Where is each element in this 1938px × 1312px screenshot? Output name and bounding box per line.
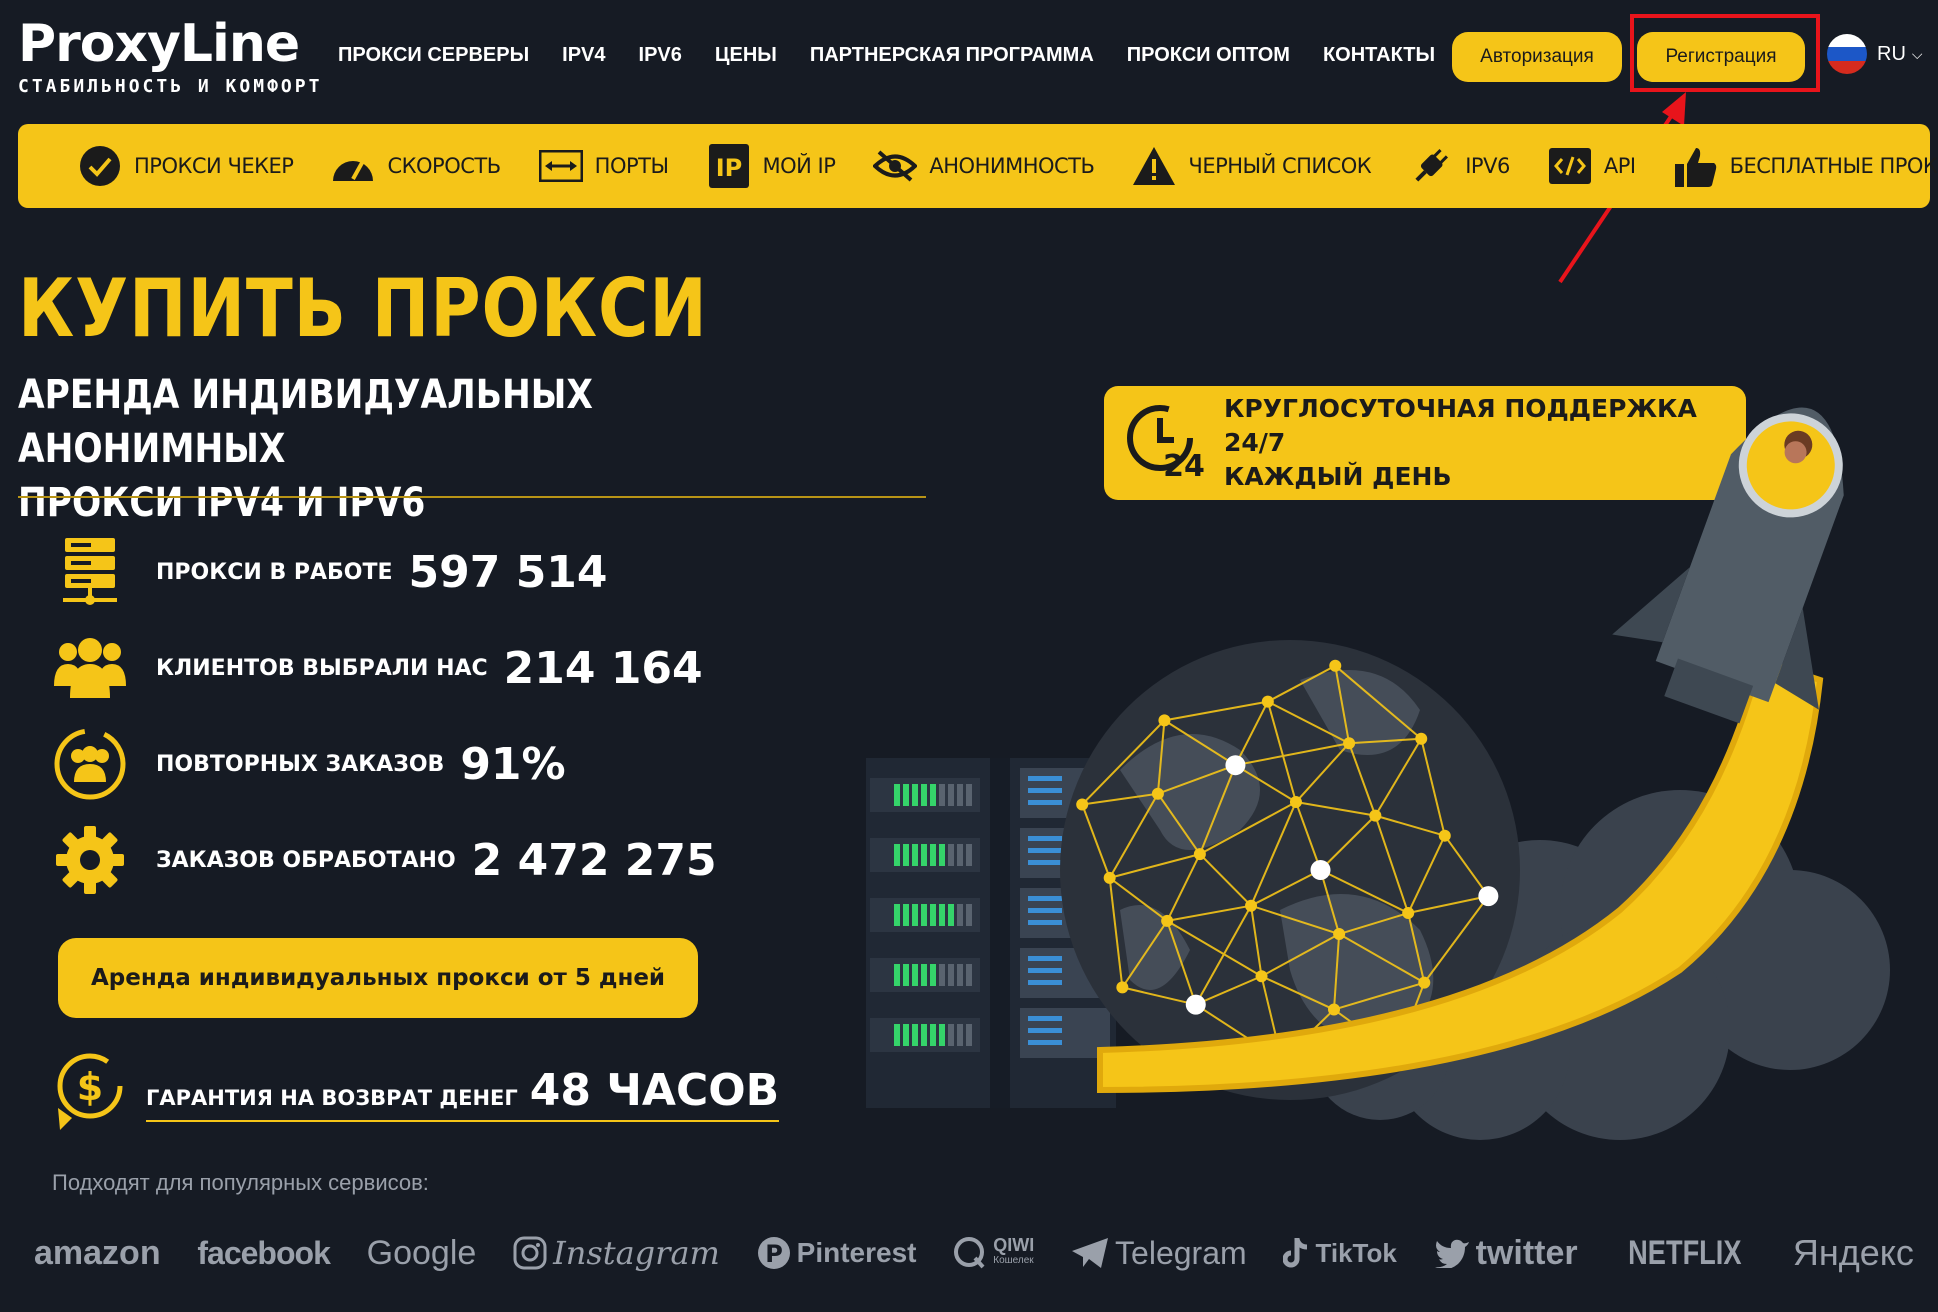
nav-ipv6[interactable]: IPV6 xyxy=(639,44,682,67)
nav-ipv4[interactable]: IPV4 xyxy=(562,44,605,67)
instagram-logo: Instagram xyxy=(513,1234,720,1272)
qiwi-icon xyxy=(954,1237,985,1269)
tool-anonymity[interactable]: АНОНИМНОСТЬ xyxy=(873,144,1095,188)
network-node xyxy=(1225,755,1246,776)
users-icon xyxy=(52,630,128,706)
network-node xyxy=(1151,787,1164,800)
nav-contacts[interactable]: КОНТАКТЫ xyxy=(1323,44,1435,67)
server-icon xyxy=(52,534,128,610)
hero-illustration xyxy=(866,407,1890,1140)
instagram-icon xyxy=(513,1236,547,1270)
telegram-logo: Telegram xyxy=(1071,1235,1247,1272)
svg-text:$: $ xyxy=(77,1065,103,1109)
eye-off-icon xyxy=(873,144,918,188)
stat-orders-processed: ЗАКАЗОВ ОБРАБОТАНО 2 472 275 xyxy=(52,822,717,898)
page-title: КУПИТЬ ПРОКСИ xyxy=(18,262,708,355)
money-back-guarantee[interactable]: $ ГАРАНТИЯ НА ВОЗВРАТ ДЕНЕГ 48 ЧАСОВ xyxy=(52,1048,780,1139)
tool-my-ip[interactable]: IP МОЙ IP xyxy=(707,144,836,188)
logo-wordmark: ProxyLine xyxy=(18,14,300,74)
register-highlight-box xyxy=(1630,14,1820,92)
nav-proxy-servers[interactable]: ПРОКСИ СЕРВЕРЫ xyxy=(338,44,529,67)
qiwi-logo: QIWI Кошелек xyxy=(953,1236,1034,1270)
network-node xyxy=(1289,796,1302,809)
speedometer-icon xyxy=(331,144,375,188)
login-button[interactable]: Авторизация xyxy=(1452,32,1622,82)
nav-prices[interactable]: ЦЕНЫ xyxy=(715,44,777,67)
language-label: RU xyxy=(1877,42,1906,65)
tool-ipv6[interactable]: IPV6 xyxy=(1409,144,1510,188)
repeat-users-icon xyxy=(52,726,128,802)
code-icon xyxy=(1548,144,1592,188)
arrows-horizontal-icon xyxy=(538,144,583,188)
facebook-logo: facebook xyxy=(197,1234,330,1271)
rent-proxy-button[interactable]: Аренда индивидуальных прокси от 5 дней xyxy=(58,938,698,1018)
network-node xyxy=(1255,970,1268,983)
tiktok-logo: TikTok xyxy=(1283,1237,1397,1269)
network-node xyxy=(1245,899,1258,912)
language-selector[interactable]: RU ⌵ xyxy=(1827,34,1923,74)
network-node xyxy=(1418,976,1431,989)
network-node xyxy=(1329,659,1342,672)
network-node xyxy=(1415,732,1428,745)
divider xyxy=(18,496,926,498)
ip-icon: IP xyxy=(707,144,751,188)
network-node xyxy=(1327,1003,1340,1016)
stat-repeat-orders: ПОВТОРНЫХ ЗАКАЗОВ 91% xyxy=(52,726,566,802)
network-node xyxy=(1333,928,1346,941)
tool-free-proxy[interactable]: БЕСПЛАТНЫЕ ПРОКСИ xyxy=(1674,144,1938,188)
network-node xyxy=(1185,994,1206,1015)
google-logo: Google xyxy=(366,1233,477,1272)
money-back-icon: $ xyxy=(52,1048,124,1139)
brand-logos: amazon facebook Google Instagram P Pinte… xyxy=(34,1232,1914,1274)
amazon-logo: amazon xyxy=(34,1233,161,1272)
tool-speed[interactable]: СКОРОСТЬ xyxy=(331,144,501,188)
twitter-logo: twitter xyxy=(1434,1234,1578,1273)
tool-api[interactable]: API xyxy=(1548,144,1636,188)
pinterest-logo: P Pinterest xyxy=(757,1236,916,1270)
check-circle-icon xyxy=(78,144,122,188)
tool-proxy-checker[interactable]: ПРОКСИ ЧЕКЕР xyxy=(78,144,294,188)
warning-icon xyxy=(1132,144,1176,188)
gear-icon xyxy=(52,822,128,898)
nav-partner-program[interactable]: ПАРТНЕРСКАЯ ПРОГРАММА xyxy=(810,44,1094,67)
main-nav: ПРОКСИ СЕРВЕРЫ IPV4 IPV6 ЦЕНЫ ПАРТНЕРСКА… xyxy=(338,44,1468,67)
svg-text:IP: IP xyxy=(715,154,742,182)
popular-services-label: Подходят для популярных сервисов: xyxy=(52,1170,429,1195)
tool-ports[interactable]: ПОРТЫ xyxy=(538,144,669,188)
network-node xyxy=(1193,848,1206,861)
rocket xyxy=(1612,407,1844,724)
logo-tagline: СТАБИЛЬНОСТЬ И КОМФОРТ xyxy=(18,76,323,97)
netflix-logo: NETFLIX xyxy=(1628,1233,1742,1272)
svg-text:P: P xyxy=(765,1240,783,1268)
russia-flag-icon xyxy=(1827,34,1867,74)
nav-wholesale[interactable]: ПРОКСИ ОПТОМ xyxy=(1127,44,1290,67)
network-node xyxy=(1261,695,1274,708)
network-node xyxy=(1343,737,1356,750)
page-subtitle: АРЕНДА ИНДИВИДУАЛЬНЫХ АНОНИМНЫХ ПРОКСИ I… xyxy=(18,372,593,526)
telegram-icon xyxy=(1072,1238,1109,1268)
chevron-down-icon: ⌵ xyxy=(1911,45,1923,62)
plug-icon xyxy=(1409,144,1453,188)
network-node xyxy=(1478,886,1499,907)
network-node xyxy=(1161,914,1174,927)
tools-bar: ПРОКСИ ЧЕКЕР СКОРОСТЬ ПОРТЫ IP МОЙ IP АН… xyxy=(18,124,1938,208)
tool-blacklist[interactable]: ЧЕРНЫЙ СПИСОК xyxy=(1132,144,1372,188)
network-node xyxy=(1103,871,1116,884)
stat-clients: КЛИЕНТОВ ВЫБРАЛИ НАС 214 164 xyxy=(52,630,703,706)
yandex-logo: Яндекс xyxy=(1792,1232,1914,1273)
network-node xyxy=(1369,809,1382,822)
network-node xyxy=(1116,981,1129,994)
tiktok-icon xyxy=(1283,1238,1308,1268)
network-node xyxy=(1310,860,1331,880)
network-node xyxy=(1438,829,1451,842)
thumbs-up-icon xyxy=(1674,144,1718,188)
stat-proxies-active: ПРОКСИ В РАБОТЕ 597 514 xyxy=(52,534,608,610)
network-node xyxy=(1158,714,1171,727)
twitter-icon xyxy=(1434,1239,1469,1268)
network-node xyxy=(1402,907,1415,920)
network-node xyxy=(1076,798,1089,811)
logo[interactable]: ProxyLine СТАБИЛЬНОСТЬ И КОМФОРТ xyxy=(18,14,322,97)
pinterest-icon: P xyxy=(757,1237,790,1269)
